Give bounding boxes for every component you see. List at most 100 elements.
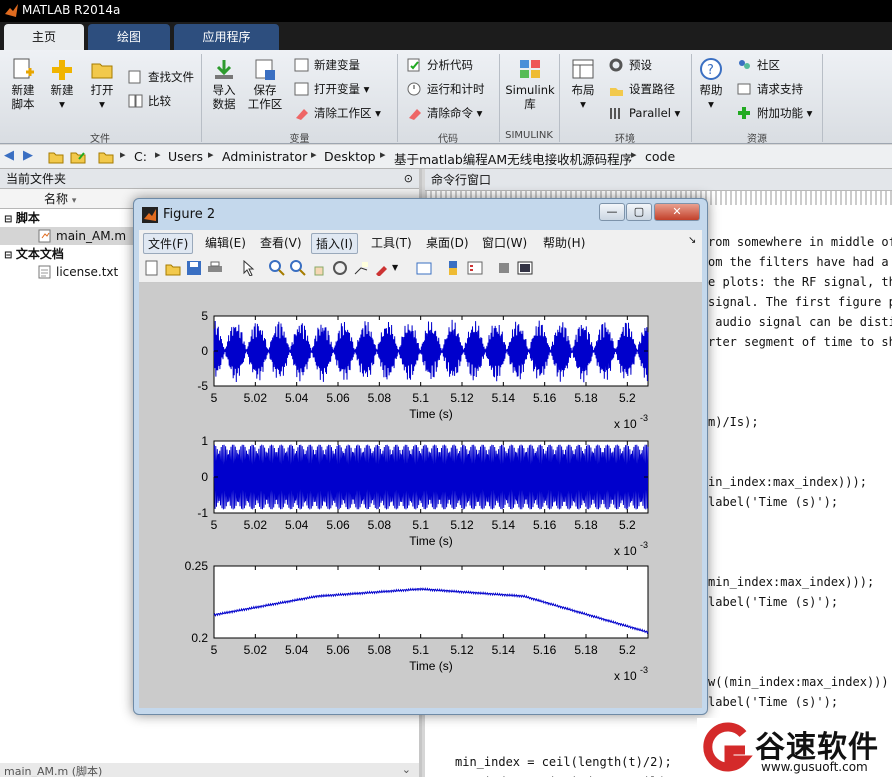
x-tick-label: 5.2 (619, 643, 636, 657)
help-button[interactable]: ? 帮助 ▾ (696, 58, 726, 111)
details-bar: main_AM.m (脚本) ⌄ (0, 763, 419, 777)
ribbon: 新建 脚本 新建 ▾ 打开 ▾ 查找文件 比较 文件 导入 数据 保存 工作区 新建变量 … (0, 50, 892, 145)
open-variable-icon (294, 82, 309, 96)
close-button[interactable]: ✕ (654, 203, 700, 221)
code-line: audio signal can be distin (708, 315, 892, 329)
request-support-button[interactable]: 请求支持 (737, 80, 803, 98)
menu-window[interactable]: 窗口(W) (478, 233, 531, 252)
link-plot-icon[interactable] (416, 260, 432, 276)
x-tick-label: 5.12 (450, 643, 474, 657)
brush-dropdown-icon[interactable]: ▼ (392, 263, 398, 272)
add-ons-button[interactable]: 附加功能 ▾ (737, 104, 812, 122)
set-path-button[interactable]: 设置路径 (609, 80, 675, 98)
tab-home[interactable]: 主页 (4, 24, 84, 50)
import-data-button[interactable]: 导入 数据 (207, 58, 241, 111)
figure-canvas[interactable]: 5 5.02 5.04 5.06 5.08 5.1 5.12 5.14 5.16 5.18 5.2 5… (139, 283, 702, 708)
find-files-icon (128, 70, 141, 84)
layout-button[interactable]: 布局 ▾ (566, 58, 600, 111)
parallel-button[interactable]: Parallel ▾ (609, 104, 680, 122)
new-variable-button[interactable]: 新建变量 (294, 56, 360, 74)
matlab-file-icon (38, 229, 51, 243)
code-line: in_index:max_index))); (708, 475, 867, 489)
panel-menu-icon[interactable]: ⊙ (404, 169, 413, 189)
y-tick-label: 0 (201, 470, 208, 484)
x-axis-label: Time (s) (409, 534, 453, 548)
ribbon-divider (822, 54, 823, 142)
open-variable-button[interactable]: 打开变量 ▾ (294, 80, 369, 98)
run-and-time-button[interactable]: 运行和计时 (407, 80, 485, 98)
y-tick-label: 0.25 (185, 559, 209, 573)
x-tick-label: 5.1 (412, 643, 429, 657)
menu-insert[interactable]: 插入(I) (311, 233, 358, 254)
up-folder-icon[interactable] (48, 149, 64, 164)
path-segment[interactable]: Users (168, 149, 203, 164)
pan-hand-icon[interactable] (311, 260, 327, 276)
colorbar-icon[interactable] (445, 260, 461, 276)
plus-icon (52, 60, 72, 80)
path-segment[interactable]: Administrator (222, 149, 307, 164)
y-tick-label: -1 (197, 506, 208, 520)
watermark-url: www.gusuoft.com (761, 760, 868, 774)
svg-text:?: ? (707, 63, 714, 78)
zoom-in-icon[interactable] (269, 260, 285, 276)
menu-overflow-icon[interactable]: ↘ (688, 235, 696, 246)
clear-commands-button[interactable]: 清除命令 ▾ (407, 104, 482, 122)
save-icon[interactable] (186, 260, 202, 276)
x-multiplier-label: x 10 (614, 544, 637, 558)
save-workspace-button[interactable]: 保存 工作区 (245, 58, 285, 111)
path-segment[interactable]: C: (134, 149, 147, 164)
new-button[interactable]: 新建 ▾ (45, 58, 79, 111)
show-plot-tools-icon[interactable] (517, 260, 533, 276)
clear-workspace-icon (296, 109, 308, 120)
forward-icon[interactable]: ▶ (23, 148, 33, 163)
new-script-button[interactable]: 新建 脚本 (6, 58, 40, 111)
data-cursor-icon[interactable] (353, 260, 369, 276)
pointer-icon[interactable] (240, 260, 256, 276)
community-button[interactable]: 社区 (737, 56, 780, 74)
tab-plots[interactable]: 绘图 (88, 24, 170, 50)
figure-window[interactable]: Figure 2 — ▢ ✕ 文件(F) 编辑(E) 查看(V) 插入(I) 工… (133, 198, 708, 715)
open-file-icon[interactable] (165, 260, 181, 276)
minimize-button[interactable]: — (599, 203, 625, 221)
menu-desktop[interactable]: 桌面(D) (422, 233, 473, 252)
figure-toolbar: ▼ (139, 254, 702, 283)
menu-file[interactable]: 文件(F) (143, 233, 194, 254)
path-separator-icon: ▸ (120, 148, 126, 161)
group-environment-label: 环境 (615, 134, 635, 145)
open-button[interactable]: 打开 ▾ (85, 58, 119, 111)
compare-button[interactable]: 比较 (128, 92, 171, 110)
menu-tools[interactable]: 工具(T) (367, 233, 416, 252)
brush-icon[interactable] (374, 260, 390, 276)
preferences-button[interactable]: 预设 (609, 56, 652, 74)
tab-apps[interactable]: 应用程序 (174, 24, 279, 50)
x-tick-label: 5.06 (326, 391, 350, 405)
path-segment[interactable]: 基于matlab编程AM无线电接收机源码程序 (394, 149, 632, 168)
save-workspace-icon (255, 59, 275, 80)
hide-plot-tools-icon[interactable] (496, 260, 512, 276)
zoom-out-icon[interactable] (290, 260, 306, 276)
back-icon[interactable]: ◀ (4, 148, 14, 163)
print-icon[interactable] (207, 260, 223, 276)
rotate-3d-icon[interactable] (332, 260, 348, 276)
new-figure-icon[interactable] (144, 260, 160, 276)
menu-view[interactable]: 查看(V) (256, 233, 306, 252)
path-segment[interactable]: Desktop (324, 149, 376, 164)
simulink-library-button[interactable]: Simulink 库 (505, 58, 555, 111)
menu-edit[interactable]: 编辑(E) (201, 233, 250, 252)
x-tick-label: 5.04 (285, 391, 309, 405)
maximize-button[interactable]: ▢ (626, 203, 652, 221)
figure-menubar: 文件(F) 编辑(E) 查看(V) 插入(I) 工具(T) 桌面(D) 窗口(W… (139, 230, 702, 254)
app-title: MATLAB R2014a (22, 3, 121, 17)
collapse-icon: ⊟ (4, 214, 16, 225)
clear-workspace-button[interactable]: 清除工作区 ▾ (294, 104, 381, 122)
legend-icon[interactable] (467, 260, 483, 276)
x-tick-label: 5.18 (574, 643, 598, 657)
expand-icon[interactable]: ⌄ (402, 763, 411, 776)
menu-help[interactable]: 帮助(H) (539, 233, 589, 252)
new-script-icon (13, 58, 34, 79)
path-segment[interactable]: code (645, 149, 675, 164)
browse-folder-icon[interactable] (70, 149, 86, 164)
find-files-button[interactable]: 查找文件 (128, 68, 194, 86)
x-tick-label: 5.16 (533, 518, 557, 532)
analyze-code-button[interactable]: 分析代码 (407, 56, 473, 74)
